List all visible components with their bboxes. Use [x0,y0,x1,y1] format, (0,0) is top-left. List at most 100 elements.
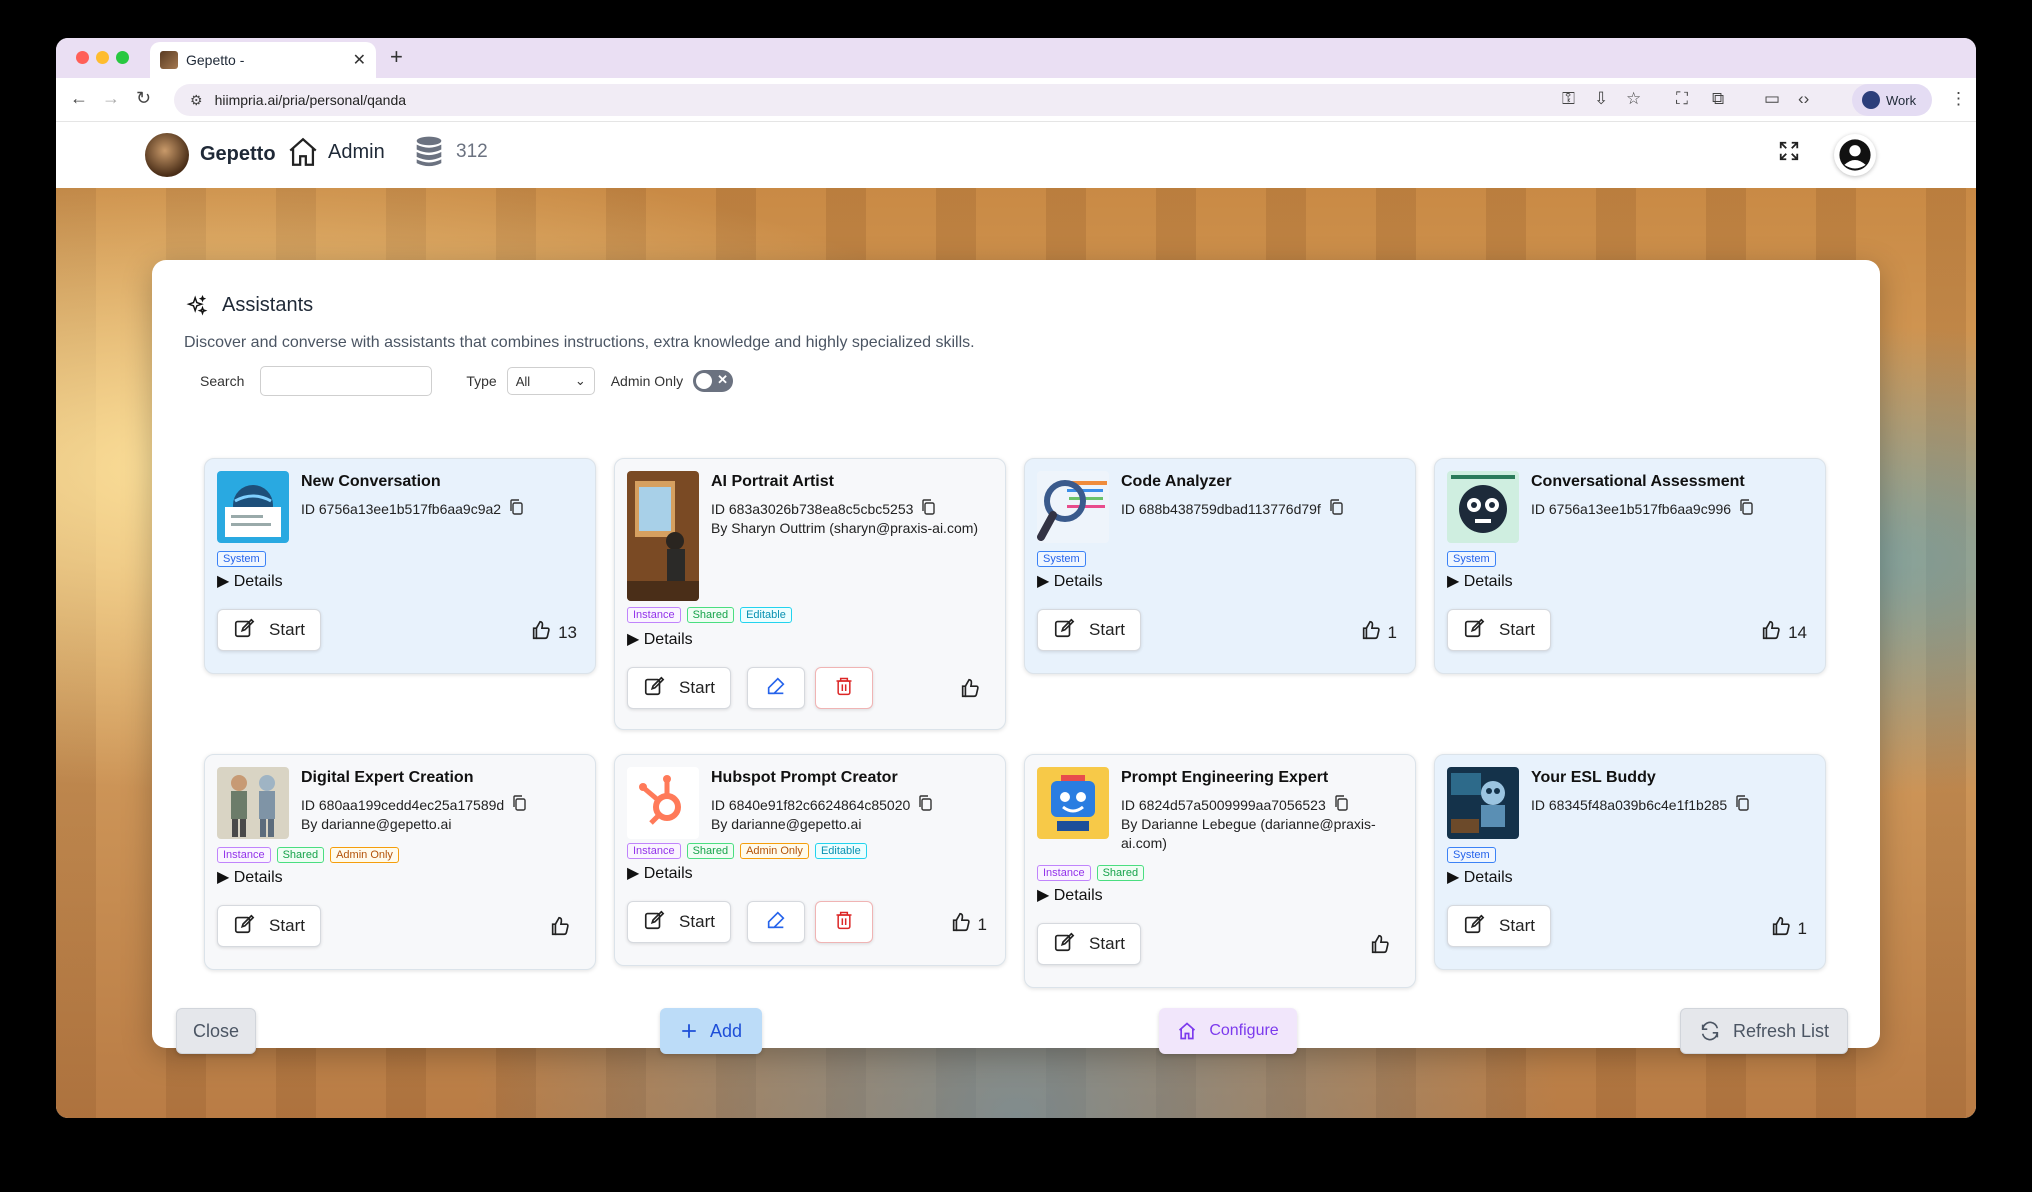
search-label: Search [200,373,245,389]
badge-instance: Instance [627,843,681,859]
details-toggle[interactable]: ▶ Details [627,629,693,649]
bookmark-star-icon[interactable]: ☆ [1626,89,1641,109]
start-button[interactable]: Start [217,609,321,651]
like-button[interactable] [959,677,987,704]
refresh-list-label: Refresh List [1732,1020,1830,1041]
start-button[interactable]: Start [627,901,731,943]
assistant-card[interactable]: Digital Expert Creation ID 680aa199cedd4e… [204,754,596,970]
modal-title-text: Assistants [222,294,314,316]
type-select[interactable]: All ⌄ [506,367,595,395]
like-button[interactable]: 1 [1360,619,1397,646]
like-button[interactable]: 13 [530,619,577,646]
start-button[interactable]: Start [1447,905,1551,947]
maximize-window-dot[interactable] [116,51,129,64]
new-tab-icon[interactable]: + [390,44,403,70]
assistant-card[interactable]: Code Analyzer ID 688b438759dbad113776d79f… [1024,458,1416,674]
details-toggle[interactable]: ▶ Details [1037,885,1103,905]
copy-icon[interactable] [512,795,526,814]
assistant-id: ID 688b438759dbad113776d79f [1121,499,1343,518]
browser-tab[interactable]: Gepetto - ✕ [150,42,376,78]
browser-menu-icon[interactable]: ⋮ [1950,89,1967,109]
details-toggle[interactable]: ▶ Details [1447,571,1513,591]
copy-icon[interactable] [1329,499,1343,518]
copy-icon[interactable] [1735,795,1749,814]
edit-square-icon [233,913,269,940]
user-avatar[interactable] [1834,134,1876,176]
modal-title: Assistants [186,294,313,317]
edit-button[interactable] [747,667,805,709]
extensions-icon[interactable]: ⧉ [1712,89,1724,109]
like-button[interactable]: 1 [1770,915,1807,942]
thumbs-up-icon [530,619,552,646]
configure-button[interactable]: Configure [1159,1008,1297,1054]
badge-row: System [1447,847,1496,863]
details-toggle[interactable]: ▶ Details [1447,867,1513,887]
assistant-card[interactable]: AI Portrait Artist ID 683a3026b738ea8c5cb… [614,458,1006,730]
copy-icon[interactable] [1334,795,1348,814]
forward-icon[interactable]: → [102,88,120,109]
like-button[interactable]: 14 [1760,619,1807,646]
like-count: 1 [1797,918,1807,938]
fullscreen-icon[interactable] [1778,140,1800,162]
copy-icon[interactable] [1739,499,1753,518]
search-input[interactable] [260,366,433,396]
badge-shared: Shared [1096,865,1145,881]
site-settings-icon[interactable]: ⚙ [190,92,203,109]
close-window-dot[interactable] [76,51,89,64]
close-tab-icon[interactable]: ✕ [353,50,366,70]
badge-instance: Instance [1037,865,1091,881]
start-button[interactable]: Start [1037,609,1141,651]
assistant-card[interactable]: New Conversation ID 6756a13ee1b517fb6aa9c… [204,458,596,674]
copy-icon[interactable] [921,499,936,518]
type-select-value: All [515,373,531,389]
assistant-card[interactable]: Hubspot Prompt Creator ID 6840e91f82c6624… [614,754,1006,966]
details-label: Details [1053,887,1103,904]
copy-icon[interactable] [509,499,523,518]
assistant-card[interactable]: Conversational Assessment ID 6756a13ee1b5… [1434,458,1826,674]
like-button[interactable] [549,915,577,942]
delete-button[interactable] [815,901,873,943]
assistant-card[interactable]: Prompt Engineering Expert ID 6824d57a5009… [1024,754,1416,988]
start-button[interactable]: Start [1037,923,1141,965]
start-button-label: Start [1089,934,1125,953]
start-button[interactable]: Start [1447,609,1551,651]
details-toggle[interactable]: ▶ Details [627,863,693,883]
side-panel-icon[interactable]: ▭ [1764,89,1780,109]
brand-name[interactable]: Gepetto [200,143,276,166]
admin-only-toggle[interactable]: ✕ [693,370,734,392]
admin-link[interactable]: Admin [286,135,385,169]
reload-icon[interactable]: ↻ [136,88,151,109]
minimize-window-dot[interactable] [96,51,109,64]
gepetto-logo[interactable] [145,133,189,177]
credits-counter[interactable]: 312 [414,136,488,168]
badge-row: System [217,551,266,567]
refresh-list-button[interactable]: Refresh List [1680,1008,1848,1054]
devtools-icon[interactable]: ‹› [1798,89,1809,109]
details-toggle[interactable]: ▶ Details [1037,571,1103,591]
assistant-card[interactable]: Your ESL Buddy ID 68345f48a039b6c4e1f1b28… [1434,754,1826,970]
back-icon[interactable]: ← [70,88,88,109]
details-label: Details [643,631,693,648]
details-toggle[interactable]: ▶ Details [217,571,283,591]
assistant-name: Code Analyzer [1121,473,1232,490]
password-key-icon[interactable]: ⚿ [1562,89,1575,109]
details-toggle[interactable]: ▶ Details [217,867,283,887]
start-button[interactable]: Start [627,667,731,709]
url-text: hiimpria.ai/pria/personal/qanda [214,92,407,108]
add-button-label: Add [709,1020,743,1041]
like-button[interactable]: 1 [950,911,987,938]
credits-value: 312 [456,141,488,162]
close-button[interactable]: Close [176,1008,256,1054]
like-button[interactable] [1369,933,1397,960]
start-button[interactable]: Start [217,905,321,947]
start-button-label: Start [1499,620,1535,639]
edit-button[interactable] [747,901,805,943]
add-button[interactable]: Add [660,1008,762,1054]
copy-icon[interactable] [918,795,932,814]
filter-bar: Search Type All ⌄ Admin Only ✕ [200,366,734,396]
profile-button[interactable]: Work [1852,84,1932,116]
delete-button[interactable] [815,667,873,709]
assistant-id-text: ID 6824d57a5009999aa7056523 [1121,796,1326,813]
install-app-icon[interactable]: ⇩ [1594,89,1608,109]
screenshot-icon[interactable]: ⛶ [1676,89,1688,109]
